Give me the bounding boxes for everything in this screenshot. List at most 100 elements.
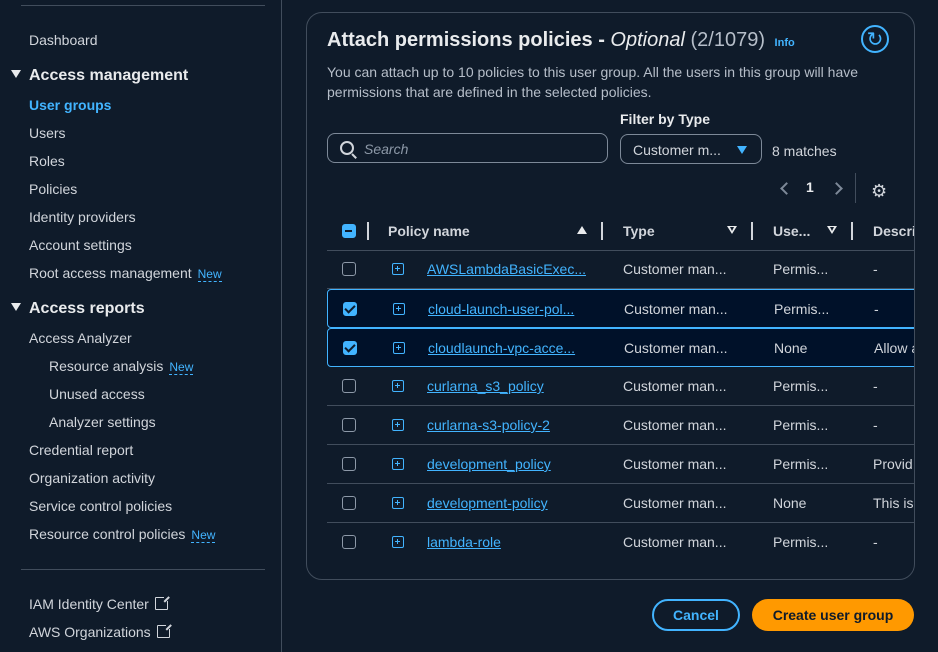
expand-icon[interactable]: [392, 419, 404, 431]
external-link-icon: [156, 623, 172, 638]
row-checkbox[interactable]: [342, 457, 356, 471]
policy-type: Customer man...: [623, 378, 727, 394]
section-access-management[interactable]: Access management: [11, 67, 188, 85]
nav-aws-organizations[interactable]: AWS Organizations: [29, 623, 172, 640]
sort-icon[interactable]: [827, 226, 837, 234]
column-divider: [751, 222, 753, 240]
policy-type: Customer man...: [624, 340, 728, 356]
expand-icon[interactable]: [392, 458, 404, 470]
row-checkbox[interactable]: [342, 496, 356, 510]
table-row[interactable]: curlarna-s3-policy-2 Customer man... Per…: [327, 406, 914, 445]
expand-icon[interactable]: [393, 303, 405, 315]
panel-description: You can attach up to 10 policies to this…: [327, 64, 859, 100]
panel-title: Attach permissions policies - Optional (…: [327, 29, 795, 51]
policy-used-as: Permis...: [774, 301, 830, 317]
search-icon: [340, 141, 354, 155]
cancel-button[interactable]: Cancel: [652, 599, 740, 631]
create-user-group-button[interactable]: Create user group: [752, 599, 914, 631]
table-row[interactable]: development_policy Customer man... Permi…: [327, 445, 914, 484]
policy-description: Allow a: [874, 340, 915, 356]
policy-name-link[interactable]: curlarna_s3_policy: [427, 378, 587, 394]
policy-used-as: Permis...: [773, 417, 829, 433]
nav-account-settings[interactable]: Account settings: [29, 237, 132, 253]
nav-dashboard[interactable]: Dashboard: [29, 32, 98, 48]
col-type[interactable]: Type: [623, 223, 655, 239]
policy-name-link[interactable]: lambda-role: [427, 534, 587, 550]
nav-analyzer-settings[interactable]: Analyzer settings: [49, 414, 156, 430]
nav-resource-analysis[interactable]: Resource analysis New: [49, 358, 194, 375]
policy-type: Customer man...: [623, 456, 727, 472]
refresh-icon: ↻: [866, 28, 884, 51]
table-row[interactable]: AWSLambdaBasicExec... Customer man... Pe…: [327, 250, 914, 289]
policy-description: This is: [873, 495, 914, 511]
nav-identity-providers[interactable]: Identity providers: [29, 209, 136, 225]
sort-ascending-icon[interactable]: [577, 226, 587, 234]
policy-type: Customer man...: [623, 534, 727, 550]
policy-used-as: None: [773, 495, 807, 511]
row-checkbox[interactable]: [342, 379, 356, 393]
policy-used-as: None: [774, 340, 808, 356]
nav-policies[interactable]: Policies: [29, 181, 77, 197]
caret-down-icon: [11, 69, 21, 78]
nav-service-control-policies[interactable]: Service control policies: [29, 498, 172, 514]
row-checkbox[interactable]: [342, 418, 356, 432]
refresh-button[interactable]: ↻: [861, 25, 889, 53]
policy-used-as: Permis...: [773, 378, 829, 394]
policy-type: Customer man...: [624, 301, 728, 317]
row-checkbox[interactable]: [342, 262, 356, 276]
nav-unused-access[interactable]: Unused access: [49, 386, 145, 402]
expand-icon[interactable]: [392, 536, 404, 548]
table-row[interactable]: development-policy Customer man... None …: [327, 484, 914, 523]
nav-access-analyzer[interactable]: Access Analyzer: [29, 330, 132, 346]
nav-resource-control-policies[interactable]: Resource control policies New: [29, 526, 216, 543]
search-input[interactable]: [362, 134, 606, 164]
divider: [21, 5, 265, 6]
policy-description: -: [873, 261, 878, 277]
table-header: Policy name Type Use... Descri: [327, 212, 914, 251]
policy-used-as: Permis...: [773, 456, 829, 472]
table-row[interactable]: curlarna_s3_policy Customer man... Permi…: [327, 367, 914, 406]
info-link[interactable]: Info: [775, 37, 795, 49]
table-row[interactable]: lambda-role Customer man... Permis... -: [327, 523, 914, 562]
nav-roles[interactable]: Roles: [29, 153, 65, 169]
expand-icon[interactable]: [392, 497, 404, 509]
nav-user-groups[interactable]: User groups: [29, 97, 111, 113]
nav-root-access-management[interactable]: Root access management New: [29, 265, 222, 282]
policy-name-link[interactable]: cloud-launch-user-pol...: [428, 301, 588, 317]
nav-credential-report[interactable]: Credential report: [29, 442, 133, 458]
col-description[interactable]: Descri: [873, 223, 914, 239]
expand-icon[interactable]: [392, 380, 404, 392]
policy-name-link[interactable]: cloudlaunch-vpc-acce...: [428, 340, 588, 356]
nav-organization-activity[interactable]: Organization activity: [29, 470, 155, 486]
policy-description: -: [873, 378, 878, 394]
table-row-selected[interactable]: cloud-launch-user-pol... Customer man...…: [327, 289, 914, 328]
expand-icon[interactable]: [393, 342, 405, 354]
col-policy-name[interactable]: Policy name: [388, 223, 470, 239]
section-access-reports[interactable]: Access reports: [11, 300, 145, 318]
filter-type-select[interactable]: Customer m...: [620, 134, 762, 164]
filter-label: Filter by Type: [620, 111, 710, 127]
settings-gear-icon[interactable]: ⚙: [871, 181, 887, 202]
nav-users[interactable]: Users: [29, 125, 66, 141]
policy-description: -: [873, 534, 878, 550]
row-checkbox[interactable]: [343, 302, 357, 316]
row-checkbox[interactable]: [343, 341, 357, 355]
policy-name-link[interactable]: AWSLambdaBasicExec...: [427, 261, 587, 277]
nav-iam-identity-center[interactable]: IAM Identity Center: [29, 595, 170, 612]
previous-page-icon[interactable]: [780, 182, 793, 195]
col-used-as[interactable]: Use...: [773, 223, 810, 239]
page-number[interactable]: 1: [806, 179, 814, 195]
divider: [21, 569, 265, 570]
policy-name-link[interactable]: development-policy: [427, 495, 587, 511]
policy-used-as: Permis...: [773, 261, 829, 277]
next-page-icon[interactable]: [830, 182, 843, 195]
expand-icon[interactable]: [392, 263, 404, 275]
sort-icon[interactable]: [727, 226, 737, 234]
policy-name-link[interactable]: development_policy: [427, 456, 587, 472]
row-checkbox[interactable]: [342, 535, 356, 549]
select-all-checkbox[interactable]: [342, 224, 356, 238]
policy-name-link[interactable]: curlarna-s3-policy-2: [427, 417, 587, 433]
column-divider: [367, 222, 369, 240]
table-row-selected[interactable]: cloudlaunch-vpc-acce... Customer man... …: [327, 328, 915, 367]
column-divider: [601, 222, 603, 240]
